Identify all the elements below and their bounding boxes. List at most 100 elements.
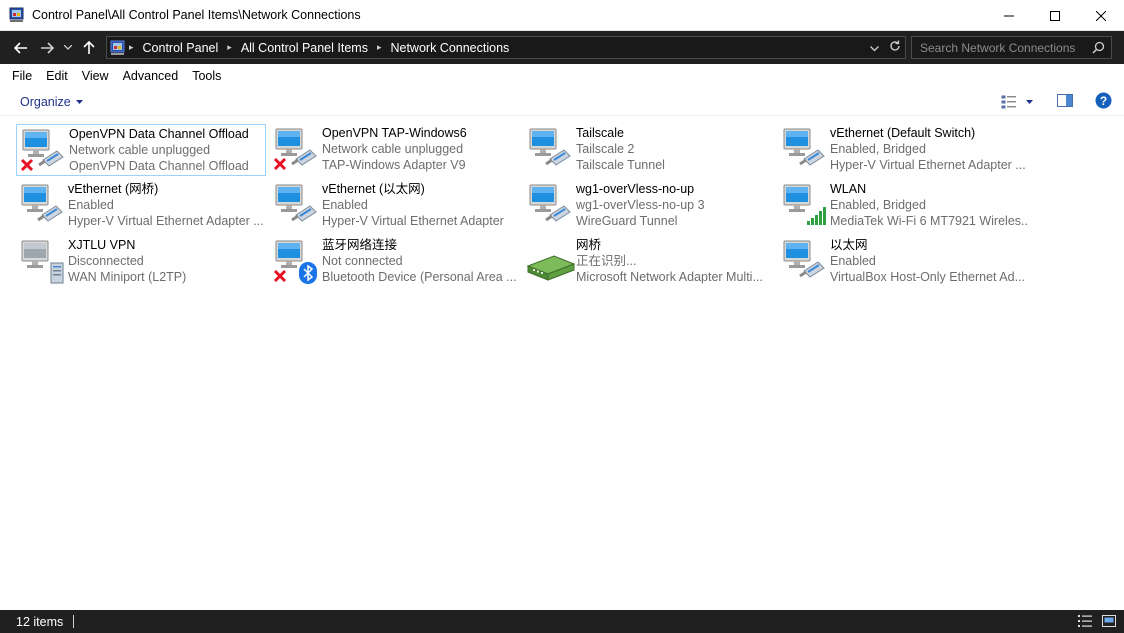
- connection-device: OpenVPN Data Channel Offload: [69, 159, 249, 173]
- large-icons-view-button[interactable]: [1102, 615, 1116, 630]
- preview-pane-button[interactable]: [1057, 94, 1073, 110]
- connection-name: WLAN: [830, 182, 867, 196]
- maximize-icon: [1050, 10, 1060, 21]
- connection-item-ethernet[interactable]: 以太网 Enabled VirtualBox Host-Only Etherne…: [778, 236, 1028, 288]
- connection-status: Enabled, Bridged: [830, 198, 926, 212]
- item-count: 12 items: [16, 614, 64, 629]
- menu-bar: File Edit View Advanced Tools: [0, 64, 1124, 88]
- close-icon: [1096, 10, 1106, 21]
- menu-file[interactable]: File: [5, 69, 39, 83]
- chevron-down-icon: [64, 45, 72, 50]
- connection-device: VirtualBox Host-Only Ethernet Ad...: [830, 270, 1026, 284]
- connection-item-openvpn-tap[interactable]: OpenVPN TAP-Windows6 Network cable unplu…: [270, 124, 520, 176]
- svg-text:?: ?: [1100, 94, 1107, 108]
- caret-down-icon: [75, 99, 83, 104]
- organize-button[interactable]: Organize: [20, 95, 83, 109]
- title-bar: Control Panel\All Control Panel Items\Ne…: [0, 0, 1124, 31]
- arrow-right-icon: [41, 41, 54, 54]
- view-tiles-icon: [1001, 95, 1016, 109]
- network-adapter-icon: [778, 180, 830, 232]
- refresh-icon: [890, 40, 900, 51]
- connection-device: WAN Miniport (L2TP): [68, 270, 187, 284]
- connection-device: Microsoft Network Adapter Multi...: [576, 270, 763, 284]
- preview-pane-icon: [1057, 94, 1073, 107]
- network-adapter-icon: [778, 124, 830, 176]
- connection-name: vEthernet (Default Switch): [830, 126, 976, 140]
- connection-item-openvpn-dco[interactable]: OpenVPN Data Channel Offload Network cab…: [16, 124, 266, 176]
- help-button[interactable]: ?: [1095, 92, 1112, 112]
- connection-device: WireGuard Tunnel: [576, 214, 678, 228]
- connection-item-bluetooth[interactable]: 蓝牙网络连接 Not connected Bluetooth Device (P…: [270, 236, 520, 288]
- address-dropdown-button[interactable]: [870, 41, 879, 55]
- control-panel-icon: [110, 40, 126, 56]
- breadcrumb-chevron-icon[interactable]: ▸: [374, 42, 385, 53]
- organize-label: Organize: [20, 94, 71, 109]
- breadcrumb-chevron-icon[interactable]: ▸: [224, 42, 235, 53]
- large-icons-view-icon: [1102, 615, 1116, 627]
- breadcrumb-chevron-icon[interactable]: ▸: [126, 42, 137, 53]
- connection-item-vethernet-bridge[interactable]: vEthernet (网桥) Enabled Hyper-V Virtual E…: [16, 180, 266, 232]
- connection-status: Enabled, Bridged: [830, 142, 926, 156]
- close-button[interactable]: [1078, 0, 1124, 31]
- network-adapter-icon: [270, 180, 322, 232]
- connection-item-xjtlu-vpn[interactable]: XJTLU VPN Disconnected WAN Miniport (L2T…: [16, 236, 266, 288]
- connection-item-vethernet-ethernet[interactable]: vEthernet (以太网) Enabled Hyper-V Virtual …: [270, 180, 520, 232]
- network-adapter-icon: [524, 180, 576, 232]
- connection-device: TAP-Windows Adapter V9: [322, 158, 466, 172]
- connection-device: Hyper-V Virtual Ethernet Adapter: [322, 214, 504, 228]
- arrow-left-icon: [14, 41, 27, 54]
- red-x-icon: [273, 157, 287, 171]
- search-input[interactable]: [912, 40, 1087, 55]
- network-bridge-icon: [524, 236, 576, 288]
- search-icon[interactable]: [1092, 41, 1105, 57]
- breadcrumb-network-connections[interactable]: Network Connections: [384, 41, 515, 55]
- connection-item-vethernet-default-switch[interactable]: vEthernet (Default Switch) Enabled, Brid…: [778, 124, 1028, 176]
- red-x-icon: [20, 158, 34, 172]
- menu-edit[interactable]: Edit: [39, 69, 75, 83]
- maximize-button[interactable]: [1032, 0, 1078, 31]
- bluetooth-icon: [299, 262, 317, 284]
- network-adapter-icon: [270, 124, 322, 176]
- connection-status: Network cable unplugged: [322, 142, 464, 156]
- window-title: Control Panel\All Control Panel Items\Ne…: [32, 8, 361, 22]
- search-box[interactable]: [911, 36, 1112, 59]
- recent-locations-button[interactable]: [60, 35, 76, 61]
- arrow-up-icon: [83, 40, 95, 54]
- breadcrumb-all-items[interactable]: All Control Panel Items: [235, 41, 374, 55]
- connection-item-network-bridge[interactable]: 网桥 正在识别... Microsoft Network Adapter Mul…: [524, 236, 774, 288]
- address-bar[interactable]: ▸ Control Panel ▸ All Control Panel Item…: [106, 36, 906, 59]
- server-icon: [50, 262, 64, 284]
- menu-view[interactable]: View: [75, 69, 116, 83]
- connection-status: wg1-overVless-no-up 3: [576, 198, 705, 212]
- connection-device: Tailscale Tunnel: [576, 158, 665, 172]
- connection-status: Disconnected: [68, 254, 144, 268]
- connection-status: Network cable unplugged: [69, 143, 211, 157]
- connection-name: OpenVPN TAP-Windows6: [322, 126, 467, 140]
- status-bar: 12 items: [0, 610, 1124, 633]
- connection-item-tailscale[interactable]: Tailscale Tailscale 2 Tailscale Tunnel: [524, 124, 774, 176]
- up-button[interactable]: [76, 35, 102, 61]
- menu-advanced[interactable]: Advanced: [116, 69, 186, 83]
- back-button[interactable]: [8, 35, 34, 61]
- command-bar: Organize ?: [0, 88, 1124, 116]
- connection-status: Enabled: [322, 198, 368, 212]
- network-adapter-icon: [16, 180, 68, 232]
- connection-device: Hyper-V Virtual Ethernet Adapter ...: [68, 214, 264, 228]
- help-icon: ?: [1095, 92, 1112, 109]
- change-view-button[interactable]: [1001, 95, 1033, 109]
- minimize-icon: [1004, 15, 1014, 16]
- connection-item-wlan[interactable]: WLAN Enabled, Bridged MediaTek Wi-Fi 6 M…: [778, 180, 1028, 232]
- refresh-button[interactable]: [889, 40, 901, 55]
- control-panel-icon[interactable]: [9, 7, 25, 23]
- menu-tools[interactable]: Tools: [185, 69, 228, 83]
- wifi-signal-icon: [807, 207, 826, 225]
- connection-status: Enabled: [830, 254, 876, 268]
- connection-name: 以太网: [830, 238, 868, 252]
- connection-name: Tailscale: [576, 126, 624, 140]
- minimize-button[interactable]: [986, 0, 1032, 31]
- details-view-button[interactable]: [1078, 615, 1092, 630]
- breadcrumb-control-panel[interactable]: Control Panel: [137, 41, 225, 55]
- connection-item-wg1[interactable]: wg1-overVless-no-up wg1-overVless-no-up …: [524, 180, 774, 232]
- network-adapter-icon: [17, 125, 69, 177]
- forward-button[interactable]: [34, 35, 60, 61]
